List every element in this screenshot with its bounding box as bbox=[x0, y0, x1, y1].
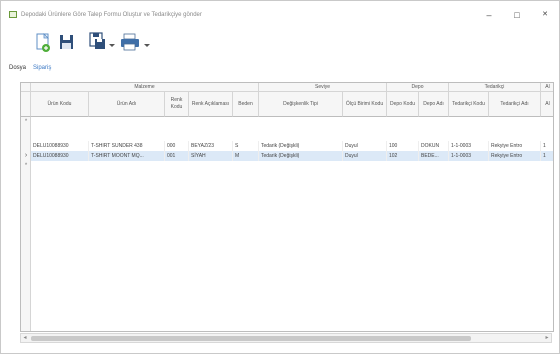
horizontal-scrollbar[interactable]: ◂ ▸ bbox=[20, 333, 552, 343]
save-button[interactable] bbox=[59, 30, 75, 56]
minimize-button[interactable]: – bbox=[479, 7, 499, 23]
cell-olcu-birimi-kodu[interactable]: Duyul bbox=[343, 141, 387, 151]
cell-depo-adi[interactable]: DOKUN bbox=[419, 141, 449, 151]
cell-renk-aciklamasi[interactable]: BEYAZ/23 bbox=[189, 141, 233, 151]
column-header-urun-kodu[interactable]: Ürün Kodu bbox=[31, 92, 89, 117]
title-bar: Depodaki Ürünlere Göre Talep Formu Oluşt… bbox=[1, 1, 559, 27]
save-icon bbox=[60, 35, 73, 49]
cell-renk-kodu[interactable]: 000 bbox=[165, 141, 189, 151]
save-as-icon bbox=[89, 32, 105, 49]
column-header-beden[interactable]: Beden bbox=[233, 92, 259, 117]
print-dropdown[interactable] bbox=[143, 30, 151, 56]
save-as-dropdown[interactable] bbox=[108, 30, 116, 56]
new-document-button[interactable] bbox=[35, 30, 53, 56]
menu-item-siparis[interactable]: Sipariş bbox=[33, 65, 51, 71]
column-header-olcu-birimi-kodu[interactable]: Ölçü Birimi Kodu bbox=[343, 92, 387, 117]
maximize-button[interactable]: □ bbox=[507, 7, 527, 23]
save-as-button[interactable] bbox=[89, 30, 107, 56]
menu-bar: Dosya Sipariş bbox=[1, 63, 559, 77]
band-corner bbox=[21, 83, 31, 92]
column-header-tedarikci-adi[interactable]: Tedarikçi Adı bbox=[489, 92, 541, 117]
table-row-selected[interactable]: DELU10088930 T-SHIRT MOONT MQ... 001 SİY… bbox=[31, 151, 553, 161]
window-title: Depodaki Ürünlere Göre Talep Formu Oluşt… bbox=[21, 12, 202, 18]
new-document-icon bbox=[36, 33, 50, 52]
print-button[interactable] bbox=[119, 30, 141, 56]
band-depo: Depo bbox=[387, 83, 449, 92]
cell-urun-kodu[interactable]: DELU10088930 bbox=[31, 151, 89, 161]
cell-beden[interactable]: S bbox=[233, 141, 259, 151]
append-row-marker: * bbox=[24, 163, 28, 169]
cell-depo-adi[interactable]: BEDE... bbox=[419, 151, 449, 161]
current-row-indicator: › bbox=[24, 152, 28, 159]
cell-urun-adi[interactable]: T-SHIRT MOONT MQ... bbox=[89, 151, 165, 161]
cell-degiskenlik-tipi[interactable]: Tedarik (Değişkli) bbox=[259, 151, 343, 161]
app-form-icon bbox=[9, 11, 17, 18]
row-indicator-header bbox=[21, 92, 31, 117]
data-grid[interactable]: Malzeme Seviye Depo Tedarikçi Al Ürün Ko… bbox=[20, 82, 554, 332]
column-header-urun-adi[interactable]: Ürün Adı bbox=[89, 92, 165, 117]
cell-degiskenlik-tipi[interactable]: Tedarik (Değişkli) bbox=[259, 141, 343, 151]
cell-al[interactable]: 1 bbox=[541, 141, 553, 151]
column-header-renk-aciklamasi[interactable]: Renk Açıklaması bbox=[189, 92, 233, 117]
cell-tedarikci-kodu[interactable]: 1-1-0003 bbox=[449, 151, 489, 161]
column-header-depo-kodu[interactable]: Depo Kodu bbox=[387, 92, 419, 117]
new-row-marker: * bbox=[24, 119, 28, 125]
cell-depo-kodu[interactable]: 100 bbox=[387, 141, 419, 151]
toolbar bbox=[1, 30, 559, 60]
table-row[interactable]: DELU10088930 T-SHIRT SUNDER 438 000 BEYA… bbox=[31, 141, 553, 151]
close-button[interactable]: ✕ bbox=[535, 7, 555, 23]
column-header-depo-adi[interactable]: Depo Adı bbox=[419, 92, 449, 117]
cell-beden[interactable]: M bbox=[233, 151, 259, 161]
cell-renk-kodu[interactable]: 001 bbox=[165, 151, 189, 161]
print-icon bbox=[121, 33, 139, 51]
cell-tedarikci-adi[interactable]: Rekyiye Entro bbox=[489, 151, 541, 161]
scrollbar-thumb[interactable] bbox=[31, 336, 471, 341]
cell-urun-kodu[interactable]: DELU10088930 bbox=[31, 141, 89, 151]
cell-depo-kodu[interactable]: 102 bbox=[387, 151, 419, 161]
cell-olcu-birimi-kodu[interactable]: Duyul bbox=[343, 151, 387, 161]
column-header-tedarikci-kodu[interactable]: Tedarikçi Kodu bbox=[449, 92, 489, 117]
band-seviye: Seviye bbox=[259, 83, 387, 92]
row-indicator-column bbox=[21, 117, 31, 331]
scroll-left-arrow-icon[interactable]: ◂ bbox=[21, 334, 29, 342]
band-malzeme: Malzeme bbox=[31, 83, 259, 92]
band-tedarikci: Tedarikçi bbox=[449, 83, 541, 92]
dropdown-arrow-icon bbox=[144, 44, 150, 47]
cell-urun-adi[interactable]: T-SHIRT SUNDER 438 bbox=[89, 141, 165, 151]
cell-renk-aciklamasi[interactable]: SİYAH bbox=[189, 151, 233, 161]
menu-item-dosya[interactable]: Dosya bbox=[9, 65, 26, 71]
column-header-renk-kodu[interactable]: Renk Kodu bbox=[165, 92, 189, 117]
cell-tedarikci-adi[interactable]: Rekyiye Entro bbox=[489, 141, 541, 151]
cell-al[interactable]: 1 bbox=[541, 151, 553, 161]
column-header-al[interactable]: Al bbox=[541, 92, 553, 117]
scroll-right-arrow-icon[interactable]: ▸ bbox=[543, 334, 551, 342]
cell-tedarikci-kodu[interactable]: 1-1-0003 bbox=[449, 141, 489, 151]
dropdown-arrow-icon bbox=[109, 44, 115, 47]
band-al: Al bbox=[541, 83, 553, 92]
column-header-degiskenlik-tipi[interactable]: Değişkenlik Tipi bbox=[259, 92, 343, 117]
